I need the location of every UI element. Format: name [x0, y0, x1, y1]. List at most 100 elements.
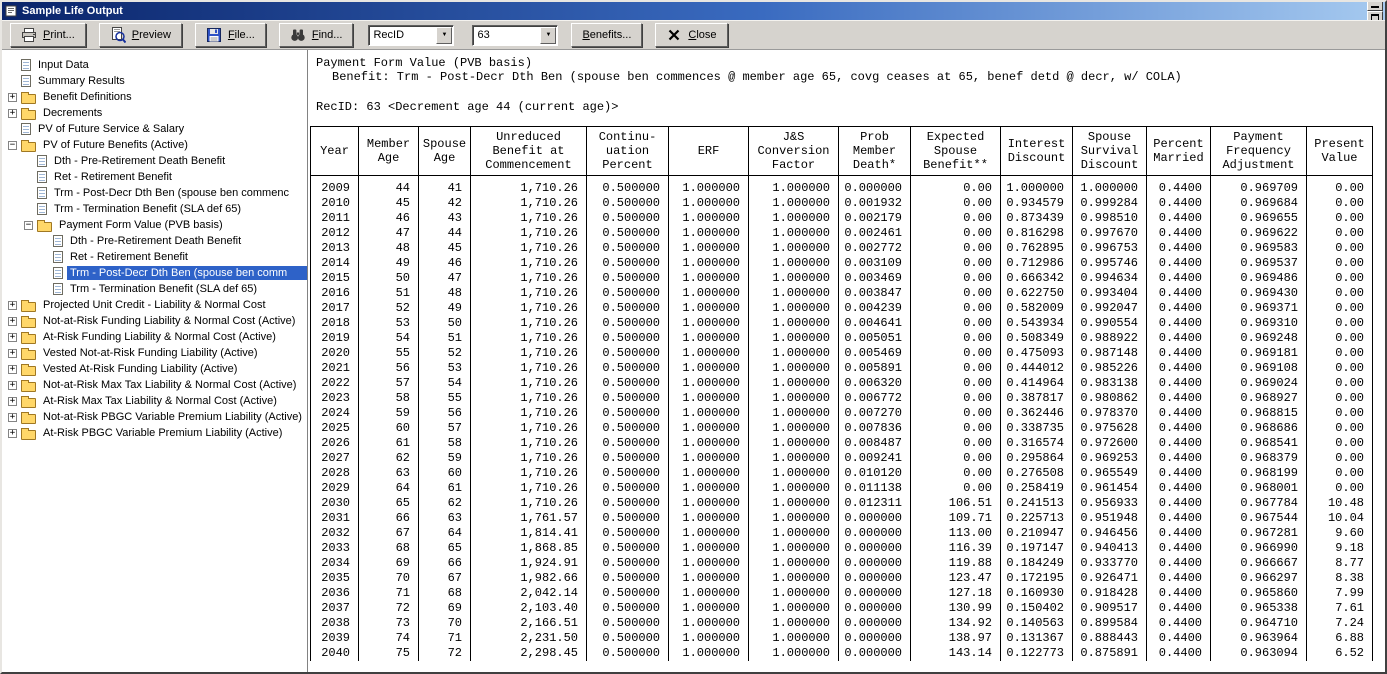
- preview-button[interactable]: Preview: [99, 23, 182, 47]
- table-cell: 1.000000: [669, 481, 749, 496]
- tree-item[interactable]: − PV of Future Benefits (Active): [2, 137, 307, 153]
- tree-item[interactable]: +At-Risk PBGC Variable Premium Liability…: [2, 425, 307, 441]
- tree-item[interactable]: Input Data: [2, 57, 307, 73]
- table-row: 202459561,710.260.5000001.0000001.000000…: [311, 406, 1373, 421]
- table-cell: 0.975628: [1073, 421, 1147, 436]
- column-header: Year: [311, 127, 359, 176]
- tree-item-label: At-Risk Funding Liability & Normal Cost …: [40, 330, 279, 344]
- table-cell: 0.00: [911, 271, 1001, 286]
- table-cell: 0.003469: [839, 271, 911, 286]
- table-cell: 62: [419, 496, 471, 511]
- tree-item[interactable]: Dth - Pre-Retirement Death Benefit: [2, 233, 307, 249]
- tree-item[interactable]: +Vested At-Risk Funding Liability (Activ…: [2, 361, 307, 377]
- table-cell: 0.4400: [1147, 196, 1211, 211]
- column-header: Unreduced Benefit at Commencement: [471, 127, 587, 176]
- print-button[interactable]: Print...: [10, 23, 86, 47]
- table-cell: 1.000000: [749, 211, 839, 226]
- table-cell: 0.500000: [587, 301, 669, 316]
- table-cell: 61: [419, 481, 471, 496]
- close-button[interactable]: Close: [655, 23, 727, 47]
- tree-item[interactable]: Ret - Retirement Benefit: [2, 249, 307, 265]
- record-number-combo[interactable]: 63 ▼: [472, 25, 558, 46]
- expand-plus-icon[interactable]: +: [8, 413, 17, 422]
- chevron-down-icon[interactable]: ▼: [436, 27, 452, 44]
- tree-item[interactable]: +Benefit Definitions: [2, 89, 307, 105]
- table-row: 201954511,710.260.5000001.0000001.000000…: [311, 331, 1373, 346]
- table-cell: 0.001932: [839, 196, 911, 211]
- expand-plus-icon[interactable]: +: [8, 301, 17, 310]
- tree-item[interactable]: +Not-at-Risk Funding Liability & Normal …: [2, 313, 307, 329]
- tree-item[interactable]: Trm - Post-Decr Dth Ben (spouse ben comm…: [2, 185, 307, 201]
- table-cell: 70: [359, 571, 419, 586]
- tree-item[interactable]: Trm - Post-Decr Dth Ben (spouse ben comm: [2, 265, 307, 281]
- table-cell: 1,710.26: [471, 496, 587, 511]
- expand-plus-icon[interactable]: +: [8, 317, 17, 326]
- table-cell: 61: [359, 436, 419, 451]
- table-cell: 67: [359, 526, 419, 541]
- tree-item[interactable]: Summary Results: [2, 73, 307, 89]
- tree-item-label: Payment Form Value (PVB basis): [56, 218, 226, 232]
- tree-item-label: PV of Future Benefits (Active): [40, 138, 191, 152]
- table-cell: 0.964710: [1211, 616, 1307, 631]
- tree-item[interactable]: +At-Risk Max Tax Liability & Normal Cost…: [2, 393, 307, 409]
- report-panel: Payment Form Value (PVB basis) Benefit: …: [308, 50, 1385, 672]
- expand-plus-icon[interactable]: +: [8, 109, 17, 118]
- table-cell: 1.000000: [749, 421, 839, 436]
- tree-item-label: Dth - Pre-Retirement Death Benefit: [51, 154, 228, 168]
- find-button[interactable]: Find...: [279, 23, 354, 47]
- table-cell: 1.000000: [669, 361, 749, 376]
- table-cell: 1.000000: [669, 496, 749, 511]
- expand-plus-icon[interactable]: +: [8, 349, 17, 358]
- tree-item[interactable]: Dth - Pre-Retirement Death Benefit: [2, 153, 307, 169]
- tree-item[interactable]: − Payment Form Value (PVB basis): [2, 217, 307, 233]
- table-cell: 1.000000: [1001, 176, 1073, 197]
- collapse-minus-icon[interactable]: −: [24, 221, 33, 230]
- expand-plus-icon[interactable]: +: [8, 381, 17, 390]
- table-cell: 71: [419, 631, 471, 646]
- table-cell: 10.48: [1307, 496, 1373, 511]
- tree-item[interactable]: +Decrements: [2, 105, 307, 121]
- table-cell: 0.4400: [1147, 391, 1211, 406]
- table-cell: 41: [419, 176, 471, 197]
- tree-item[interactable]: + At-Risk Funding Liability & Normal Cost…: [2, 329, 307, 345]
- collapse-minus-icon[interactable]: −: [8, 141, 17, 150]
- table-cell: 0.994634: [1073, 271, 1147, 286]
- tree-item[interactable]: Trm - Termination Benefit (SLA def 65): [2, 201, 307, 217]
- table-cell: 55: [359, 346, 419, 361]
- column-header: J&S Conversion Factor: [749, 127, 839, 176]
- expand-plus-icon[interactable]: +: [8, 365, 17, 374]
- table-cell: 2013: [311, 241, 359, 256]
- minimize-button[interactable]: [1367, 0, 1383, 11]
- table-cell: 0.002772: [839, 241, 911, 256]
- table-cell: 0.000000: [839, 176, 911, 197]
- table-cell: 2,231.50: [471, 631, 587, 646]
- table-cell: 0.500000: [587, 316, 669, 331]
- table-cell: 0.500000: [587, 196, 669, 211]
- tree-item[interactable]: Ret - Retirement Benefit: [2, 169, 307, 185]
- table-cell: 1.000000: [749, 646, 839, 661]
- expand-plus-icon[interactable]: +: [8, 333, 17, 342]
- expander-spacer: [8, 125, 17, 134]
- expand-plus-icon[interactable]: +: [8, 93, 17, 102]
- table-cell: 2016: [311, 286, 359, 301]
- chevron-down-icon[interactable]: ▼: [540, 27, 556, 44]
- benefits-button[interactable]: Benefits...: [571, 23, 642, 47]
- expand-plus-icon[interactable]: +: [8, 429, 17, 438]
- file-button[interactable]: File...: [195, 23, 266, 47]
- table-cell: 0.338735: [1001, 421, 1073, 436]
- table-cell: 53: [419, 361, 471, 376]
- table-cell: 0.00: [1307, 346, 1373, 361]
- recid-combo[interactable]: RecID ▼: [368, 25, 454, 46]
- table-cell: 0.969537: [1211, 256, 1307, 271]
- tree-item[interactable]: +Projected Unit Credit - Liability & Nor…: [2, 297, 307, 313]
- table-cell: 1.000000: [669, 586, 749, 601]
- tree-item[interactable]: Trm - Termination Benefit (SLA def 65): [2, 281, 307, 297]
- document-icon: [53, 251, 63, 263]
- expand-plus-icon[interactable]: +: [8, 397, 17, 406]
- table-cell: 0.500000: [587, 601, 669, 616]
- tree-item[interactable]: +Not-at-Risk PBGC Variable Premium Liabi…: [2, 409, 307, 425]
- tree-item[interactable]: PV of Future Service & Salary: [2, 121, 307, 137]
- tree-item[interactable]: +Not-at-Risk Max Tax Liability & Normal …: [2, 377, 307, 393]
- tree-item[interactable]: +Vested Not-at-Risk Funding Liability (A…: [2, 345, 307, 361]
- table-cell: 2023: [311, 391, 359, 406]
